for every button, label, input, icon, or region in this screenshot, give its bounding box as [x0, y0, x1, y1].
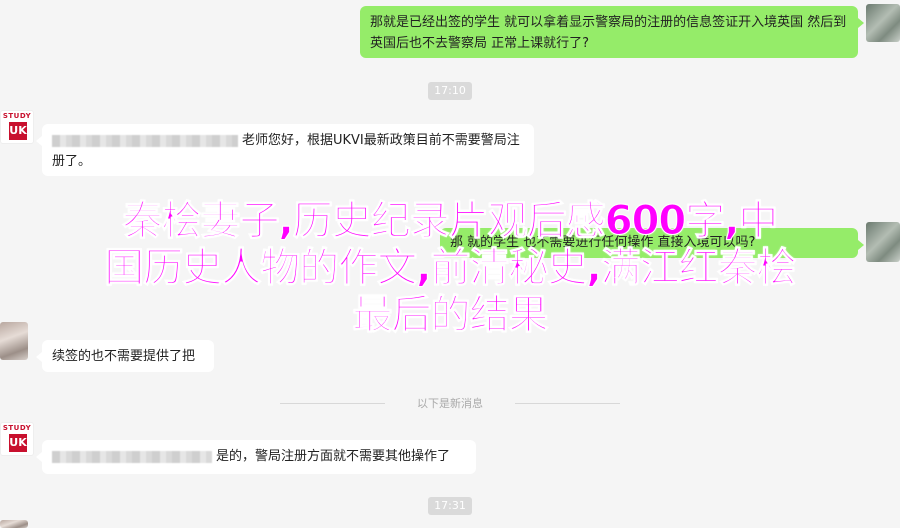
- user-avatar[interactable]: [866, 4, 900, 42]
- chat-window: 那就是已经出签的学生 就可以拿着显示警察局的注册的信息签证开入境英国 然后到英国…: [0, 0, 900, 528]
- incoming-message-3[interactable]: 是的，警局注册方面就不需要其他操作了: [36, 440, 476, 474]
- overlay-title-line-2: 国历史人物的作文,前清秘史,满江红秦桧: [104, 245, 797, 292]
- timestamp: 17:31: [0, 494, 900, 515]
- redacted-name: [52, 450, 212, 463]
- contact-avatar[interactable]: [0, 520, 28, 528]
- incoming-message-2[interactable]: 续签的也不需要提供了把: [36, 340, 214, 372]
- avatar-study-text: STUDY: [2, 424, 32, 432]
- avatar-uk-text: UK: [9, 434, 27, 452]
- timestamp: 17:10: [0, 79, 900, 100]
- avatar-uk-text: UK: [9, 122, 27, 140]
- new-messages-divider: 以下是新消息: [280, 395, 620, 411]
- outgoing-message-1[interactable]: 那就是已经出签的学生 就可以拿着显示警察局的注册的信息签证开入境英国 然后到英国…: [360, 6, 864, 58]
- studyuk-avatar[interactable]: STUDY UK: [0, 110, 34, 144]
- studyuk-avatar[interactable]: STUDY UK: [0, 422, 34, 456]
- message-text: 是的，警局注册方面就不需要其他操作了: [216, 449, 451, 464]
- overlay-title: 秦桧妻子,历史纪录片观后感600字,中 国历史人物的作文,前清秘史,满江红秦桧 …: [0, 198, 900, 339]
- redacted-name: [52, 134, 238, 147]
- message-text: 那就是已经出签的学生 就可以拿着显示警察局的注册的信息签证开入境英国 然后到英国…: [370, 15, 847, 51]
- overlay-title-line-1: 秦桧妻子,历史纪录片观后感600字,中: [122, 198, 779, 245]
- overlay-title-line-3: 最后的结果: [352, 292, 549, 339]
- message-text: 续签的也不需要提供了把: [52, 349, 196, 364]
- avatar-study-text: STUDY: [2, 112, 32, 120]
- incoming-message-1[interactable]: 老师您好，根据UKVI最新政策目前不需要警局注册了。: [36, 124, 534, 176]
